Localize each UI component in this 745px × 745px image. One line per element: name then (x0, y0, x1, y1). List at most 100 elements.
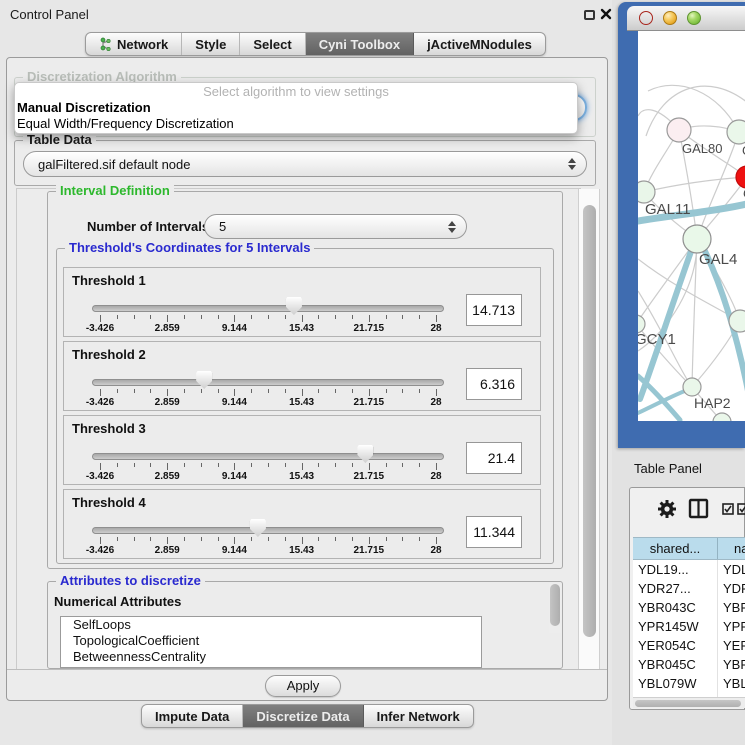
table-row[interactable]: YBR043CYBR0 (633, 598, 745, 617)
tab-select[interactable]: Select (240, 33, 305, 55)
cell-name[interactable]: YBR0 (718, 598, 745, 617)
scrollbar-thumb[interactable] (583, 205, 596, 637)
network-node-label: GAL11 (645, 201, 691, 218)
scrollbar-thumb[interactable] (550, 584, 560, 626)
zoom-traffic-light-icon[interactable] (687, 11, 701, 25)
bottom-tab-discretize-data[interactable]: Discretize Data (243, 705, 363, 727)
network-node-gal11[interactable] (638, 181, 655, 203)
minimize-traffic-light-icon[interactable] (663, 11, 677, 25)
cell-shared-name[interactable]: YBR043C (633, 598, 718, 617)
column-header-name[interactable]: na (718, 538, 745, 559)
cell-name[interactable]: YDR2 (718, 579, 745, 598)
cell-shared-name[interactable]: YER054C (633, 636, 718, 655)
float-window-icon[interactable] (584, 10, 595, 20)
cell-shared-name[interactable]: YDL19... (633, 560, 718, 579)
slider-tick (150, 463, 151, 467)
threshold-slider-thumb[interactable] (250, 519, 266, 537)
attribute-item[interactable]: SelfLoops (61, 617, 481, 633)
scrollbar-thumb[interactable] (635, 700, 741, 707)
tab-jactivemnodules[interactable]: jActiveMNodules (414, 33, 545, 55)
slider-tick-label: 21.715 (339, 323, 399, 334)
close-icon[interactable] (600, 8, 612, 20)
cell-shared-name[interactable]: YDR27... (633, 579, 718, 598)
algorithm-option-manual[interactable]: Manual Discretization (15, 100, 577, 116)
slider-tick (251, 389, 252, 393)
attribute-item[interactable]: TopologicalCoefficient (61, 633, 481, 649)
numerical-attributes-list[interactable]: SelfLoopsTopologicalCoefficientBetweenne… (60, 616, 482, 668)
slider-tick-label: 28 (406, 471, 466, 482)
threshold-value-input[interactable] (466, 294, 522, 326)
threshold-slider-track[interactable] (92, 453, 444, 460)
slider-tick (335, 463, 336, 467)
tab-network[interactable]: Network (86, 33, 182, 55)
tab-label: Select (253, 37, 291, 52)
cell-name[interactable]: YER0 (718, 636, 745, 655)
table-row[interactable]: YER054CYER0 (633, 636, 745, 655)
checkbox-icon[interactable] (722, 502, 734, 520)
threshold-slider-thumb[interactable] (286, 297, 302, 315)
network-node-ga[interactable] (727, 120, 745, 144)
threshold-value-input[interactable] (466, 368, 522, 400)
bottom-tab-impute-data[interactable]: Impute Data (142, 705, 243, 727)
slider-tick (117, 389, 118, 393)
tab-cyni-toolbox[interactable]: Cyni Toolbox (306, 33, 414, 55)
network-node-gal80[interactable] (667, 118, 691, 142)
table-horizontal-scrollbar[interactable] (633, 697, 745, 708)
apply-button[interactable]: Apply (265, 675, 341, 697)
network-node-hap2[interactable] (683, 378, 701, 396)
cell-name[interactable]: YPR1 (718, 617, 745, 636)
control-panel-window: Control Panel NetworkStyleSelectCyni Too… (0, 0, 612, 745)
threshold-slider-thumb[interactable] (357, 445, 373, 463)
top-tab-bar: NetworkStyle Select Cyni ToolboxjActiveMNo… (85, 32, 546, 56)
slider-tick (218, 389, 219, 393)
table-row[interactable]: YPR145WYPR1 (633, 617, 745, 636)
slider-tick (335, 315, 336, 319)
table-row[interactable]: YBL079WYBL0 (633, 674, 745, 693)
split-table-icon[interactable] (688, 498, 709, 524)
cell-name[interactable]: YDL1 (718, 560, 745, 579)
threshold-slider-track[interactable] (92, 305, 444, 312)
table-data-select[interactable]: galFiltered.sif default node (23, 151, 587, 177)
threshold-value-input[interactable] (466, 442, 522, 474)
table-row[interactable]: YDR27...YDR2 (633, 579, 745, 598)
settings-scrollbar[interactable] (578, 189, 600, 669)
column-header-shared-name[interactable]: shared... (633, 538, 718, 559)
table-row[interactable]: YDL19...YDL1 (633, 560, 745, 579)
threshold-value-input[interactable] (466, 516, 522, 548)
network-window-titlebar[interactable] (627, 6, 745, 31)
slider-tick (134, 537, 135, 541)
cell-name[interactable]: YBL0 (718, 674, 745, 693)
algorithm-option-equal-width[interactable]: Equal Width/Frequency Discretization (15, 116, 577, 132)
network-canvas[interactable]: GAL80GACGAL11GAL4HGCY1HAP2 (638, 31, 745, 421)
cell-shared-name[interactable]: YPR145W (633, 617, 718, 636)
tab-style[interactable]: Style (182, 33, 240, 55)
network-icon (99, 37, 112, 52)
bottom-tab-infer-network[interactable]: Infer Network (364, 705, 473, 727)
cell-shared-name[interactable]: YBR045C (633, 655, 718, 674)
table-row[interactable]: YBR045CYBR0 (633, 655, 745, 674)
checkbox-icon[interactable] (737, 502, 745, 520)
slider-tick (100, 315, 101, 322)
slider-tick-label: -3.426 (70, 323, 130, 334)
attribute-item[interactable]: BetweennessCentrality (61, 649, 481, 665)
number-of-intervals-label: Number of Intervals (87, 219, 209, 234)
cell-name[interactable]: YBR0 (718, 655, 745, 674)
threshold-slider-track[interactable] (92, 379, 444, 386)
slider-tick-label: 2.859 (137, 397, 197, 408)
algorithm-placeholder-option[interactable]: Select algorithm to view settings (15, 83, 577, 100)
slider-tick-label: 21.715 (339, 397, 399, 408)
network-node-h[interactable] (729, 310, 745, 332)
slider-tick-label: 15.43 (272, 397, 332, 408)
number-of-intervals-select[interactable]: 5 (204, 214, 467, 239)
cell-shared-name[interactable]: YBL079W (633, 674, 718, 693)
network-nodes: GAL80GACGAL11GAL4HGCY1HAP2 (638, 118, 745, 421)
slider-tick (251, 537, 252, 541)
threshold-slider-track[interactable] (92, 527, 444, 534)
close-traffic-light-icon[interactable] (639, 11, 653, 25)
tab-label: Impute Data (155, 709, 229, 724)
network-node-c[interactable] (736, 166, 745, 188)
threshold-slider-thumb[interactable] (196, 371, 212, 389)
attributes-list-scrollbar[interactable] (549, 583, 561, 633)
network-node-gal4[interactable] (683, 225, 711, 253)
gear-icon[interactable] (656, 498, 678, 525)
